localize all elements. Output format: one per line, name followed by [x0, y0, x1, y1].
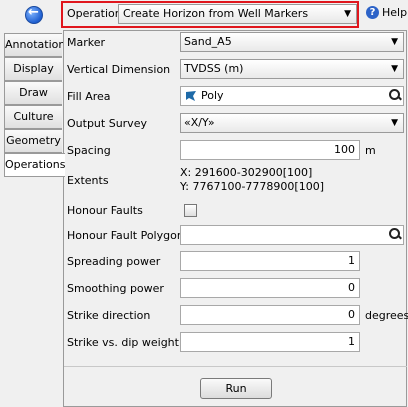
back-arrow-icon[interactable] — [25, 5, 43, 24]
marker-value: Sand_A5 — [184, 35, 232, 48]
output-survey-select[interactable]: «X/Y» ▼ — [180, 113, 404, 133]
polygon-icon — [186, 91, 196, 101]
vertical-dimension-select[interactable]: TVDSS (m) ▼ — [180, 59, 404, 79]
operation-label: Operation — [67, 7, 122, 20]
vertical-dimension-label: Vertical Dimension — [67, 63, 171, 76]
divider — [64, 366, 407, 367]
help-icon[interactable]: ? — [366, 6, 379, 19]
spreading-power-input[interactable]: 1 — [180, 251, 360, 271]
marker-select[interactable]: Sand_A5 ▼ — [180, 32, 404, 52]
help-link[interactable]: Help — [382, 6, 407, 19]
chevron-down-icon: ▼ — [344, 9, 351, 19]
honour-faults-label: Honour Faults — [67, 204, 143, 217]
strike-direction-input[interactable]: 0 — [180, 305, 360, 325]
chevron-down-icon: ▼ — [391, 37, 398, 47]
honour-faults-checkbox[interactable] — [184, 204, 197, 217]
search-icon[interactable] — [389, 89, 400, 100]
strike-vs-dip-weight-label: Strike vs. dip weight — [67, 336, 179, 349]
fill-area-field[interactable]: Poly — [180, 86, 404, 106]
strike-vs-dip-weight-input[interactable]: 1 — [180, 332, 360, 352]
tab-draw[interactable]: Draw — [4, 81, 62, 105]
output-survey-label: Output Survey — [67, 117, 147, 130]
operation-select-value: Create Horizon from Well Markers — [123, 7, 309, 20]
fill-area-value: Poly — [201, 89, 224, 102]
smoothing-power-input[interactable]: 0 — [180, 278, 360, 298]
spacing-input[interactable]: 100 — [180, 140, 360, 160]
strike-direction-unit: degrees — [365, 309, 408, 322]
chevron-down-icon: ▼ — [391, 64, 398, 74]
fill-area-label: Fill Area — [67, 90, 111, 103]
tab-culture[interactable]: Culture — [4, 105, 62, 129]
tab-annotation[interactable]: Annotation — [4, 33, 65, 57]
spacing-unit: m — [365, 144, 376, 157]
extents-x: X: 291600-302900[100] — [180, 166, 313, 179]
chevron-down-icon: ▼ — [391, 118, 398, 128]
extents-label: Extents — [67, 174, 109, 187]
honour-fault-polygons-label: Honour Fault Polygons — [67, 229, 190, 242]
tab-display[interactable]: Display — [4, 57, 62, 81]
honour-fault-polygons-field[interactable] — [180, 225, 404, 245]
vertical-dimension-value: TVDSS (m) — [184, 62, 244, 75]
operation-select[interactable]: Create Horizon from Well Markers ▼ — [118, 4, 357, 24]
smoothing-power-label: Smoothing power — [67, 282, 164, 295]
search-icon[interactable] — [389, 228, 400, 239]
marker-label: Marker — [67, 36, 106, 49]
run-button[interactable]: Run — [200, 378, 272, 399]
output-survey-value: «X/Y» — [184, 116, 215, 129]
tab-geometry[interactable]: Geometry — [4, 129, 62, 153]
strike-direction-label: Strike direction — [67, 309, 151, 322]
spacing-label: Spacing — [67, 144, 111, 157]
spreading-power-label: Spreading power — [67, 255, 161, 268]
tab-operations[interactable]: Operations — [4, 153, 65, 177]
extents-y: Y: 7767100-7778900[100] — [180, 180, 324, 193]
